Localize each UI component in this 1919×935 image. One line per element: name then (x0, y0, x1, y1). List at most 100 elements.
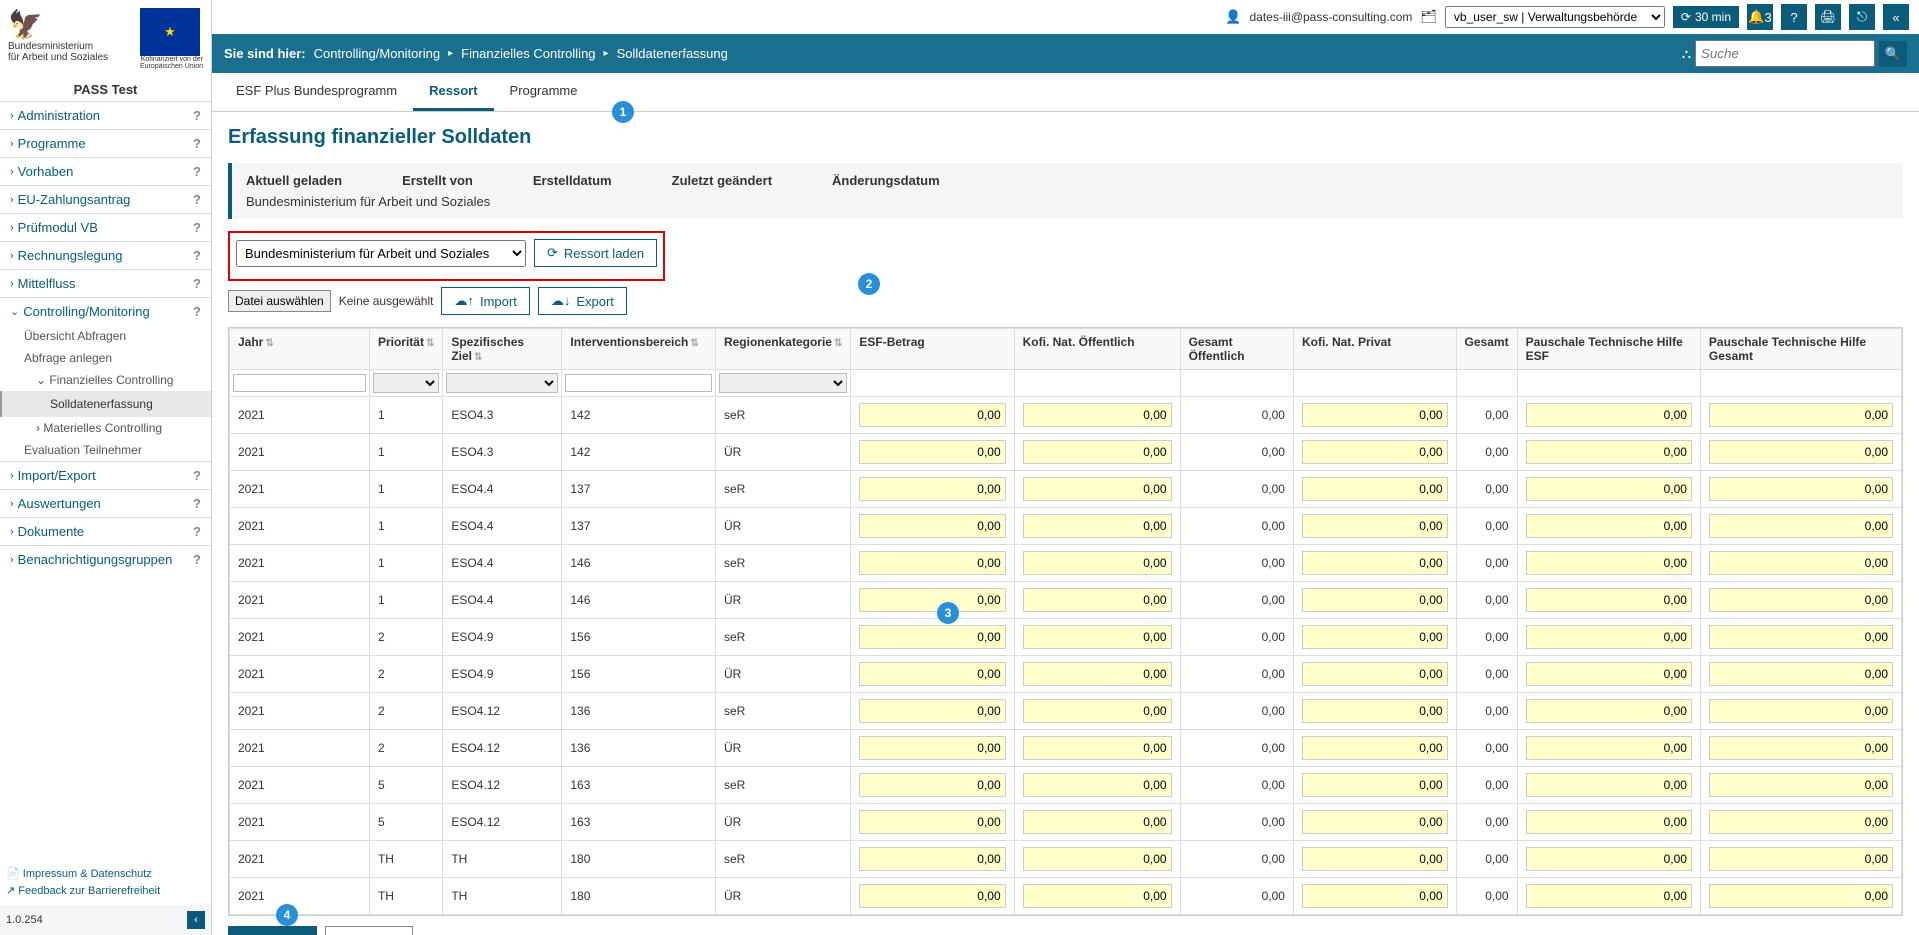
input-kofi-oeffentlich[interactable] (1023, 884, 1172, 908)
nav-rechnungslegung[interactable]: ›Rechnungslegung? (0, 241, 211, 269)
nav-mittelfluss[interactable]: ›Mittelfluss? (0, 269, 211, 297)
help-icon[interactable]: ? (193, 164, 201, 179)
input-kofi-oeffentlich[interactable] (1023, 810, 1172, 834)
input-kofi-privat[interactable] (1302, 773, 1448, 797)
input-pth-esf[interactable] (1526, 884, 1692, 908)
input-kofi-privat[interactable] (1302, 736, 1448, 760)
input-kofi-oeffentlich[interactable] (1023, 736, 1172, 760)
input-pth-gesamt[interactable] (1709, 403, 1893, 427)
tab-ressort[interactable]: Ressort (413, 73, 493, 111)
input-esf-betrag[interactable] (859, 773, 1005, 797)
input-pth-gesamt[interactable] (1709, 847, 1893, 871)
nav-vorhaben[interactable]: ›Vorhaben? (0, 157, 211, 185)
help-icon[interactable]: ? (193, 304, 201, 319)
nav-controlling-monitoring[interactable]: ⌄Controlling/Monitoring? (0, 297, 211, 325)
nav-auswertungen[interactable]: ›Auswertungen? (0, 489, 211, 517)
input-pth-gesamt[interactable] (1709, 477, 1893, 501)
collapse-sidebar-button[interactable]: ‹ (187, 911, 205, 929)
input-kofi-oeffentlich[interactable] (1023, 440, 1172, 464)
filter-ziel[interactable] (446, 373, 558, 393)
filter-jahr[interactable] (233, 374, 366, 392)
input-pth-esf[interactable] (1526, 477, 1692, 501)
tab-esf-plus[interactable]: ESF Plus Bundesprogramm (220, 73, 413, 111)
input-kofi-oeffentlich[interactable] (1023, 588, 1172, 612)
help-icon[interactable]: ? (193, 136, 201, 151)
input-kofi-oeffentlich[interactable] (1023, 625, 1172, 649)
input-pth-esf[interactable] (1526, 588, 1692, 612)
feedback-link[interactable]: ↗ Feedback zur Barrierefreiheit (6, 882, 205, 899)
input-pth-gesamt[interactable] (1709, 699, 1893, 723)
input-esf-betrag[interactable] (859, 810, 1005, 834)
input-kofi-privat[interactable] (1302, 625, 1448, 649)
input-kofi-oeffentlich[interactable] (1023, 403, 1172, 427)
input-kofi-privat[interactable] (1302, 588, 1448, 612)
input-kofi-oeffentlich[interactable] (1023, 551, 1172, 575)
input-esf-betrag[interactable] (859, 440, 1005, 464)
input-pth-esf[interactable] (1526, 699, 1692, 723)
impressum-link[interactable]: 📄 Impressum & Datenschutz (6, 865, 205, 882)
input-kofi-oeffentlich[interactable] (1023, 662, 1172, 686)
search-button[interactable]: 🔍 (1879, 41, 1907, 67)
input-esf-betrag[interactable] (859, 403, 1005, 427)
col-prioritaet[interactable]: Priorität⇅ (369, 329, 442, 370)
help-icon[interactable]: ? (193, 192, 201, 207)
input-esf-betrag[interactable] (859, 588, 1005, 612)
nav-materielles-controlling[interactable]: › Materielles Controlling (0, 417, 211, 439)
input-kofi-privat[interactable] (1302, 440, 1448, 464)
export-button[interactable]: ☁↓Export (538, 287, 627, 315)
notifications-button[interactable]: 🔔3 (1747, 4, 1773, 30)
input-esf-betrag[interactable] (859, 884, 1005, 908)
input-pth-gesamt[interactable] (1709, 884, 1893, 908)
input-pth-gesamt[interactable] (1709, 440, 1893, 464)
input-pth-esf[interactable] (1526, 403, 1692, 427)
ressort-laden-button[interactable]: ⟳Ressort laden (534, 239, 657, 267)
input-kofi-privat[interactable] (1302, 551, 1448, 575)
help-icon[interactable]: ? (193, 496, 201, 511)
input-kofi-privat[interactable] (1302, 514, 1448, 538)
nav-dokumente[interactable]: ›Dokumente? (0, 517, 211, 545)
input-esf-betrag[interactable] (859, 847, 1005, 871)
ressort-select[interactable]: Bundesministerium für Arbeit und Soziale… (236, 240, 526, 267)
nav-uebersicht-abfragen[interactable]: Übersicht Abfragen (0, 325, 211, 347)
input-pth-esf[interactable] (1526, 662, 1692, 686)
session-timer-button[interactable]: ⟳30 min (1673, 6, 1739, 28)
nav-administration[interactable]: ›Administration? (0, 101, 211, 129)
nav-abfrage-anlegen[interactable]: Abfrage anlegen (0, 347, 211, 369)
input-esf-betrag[interactable] (859, 514, 1005, 538)
input-kofi-oeffentlich[interactable] (1023, 773, 1172, 797)
input-pth-esf[interactable] (1526, 736, 1692, 760)
input-kofi-privat[interactable] (1302, 403, 1448, 427)
sitemap-icon[interactable]: ⛬ (1682, 46, 1691, 62)
save-button[interactable]: Speichern (228, 926, 317, 935)
input-pth-gesamt[interactable] (1709, 773, 1893, 797)
input-kofi-oeffentlich[interactable] (1023, 699, 1172, 723)
input-pth-esf[interactable] (1526, 810, 1692, 834)
print-button[interactable]: 🖨 (1815, 4, 1841, 30)
col-regionenkategorie[interactable]: Regionenkategorie⇅ (715, 329, 850, 370)
input-pth-esf[interactable] (1526, 773, 1692, 797)
help-icon[interactable]: ? (193, 220, 201, 235)
input-kofi-privat[interactable] (1302, 884, 1448, 908)
input-pth-gesamt[interactable] (1709, 810, 1893, 834)
input-pth-gesamt[interactable] (1709, 514, 1893, 538)
discard-button[interactable]: Verwerfen (325, 926, 414, 935)
nav-eu-zahlungsantrag[interactable]: ›EU-Zahlungsantrag? (0, 185, 211, 213)
breadcrumb-item[interactable]: Finanzielles Controlling (461, 46, 595, 61)
input-esf-betrag[interactable] (859, 551, 1005, 575)
nav-pruefmodul-vb[interactable]: ›Prüfmodul VB? (0, 213, 211, 241)
input-pth-gesamt[interactable] (1709, 736, 1893, 760)
help-icon[interactable]: ? (193, 108, 201, 123)
filter-prioritaet[interactable] (373, 373, 439, 393)
nav-finanzielles-controlling[interactable]: ⌄ Finanzielles Controlling (0, 369, 211, 391)
input-pth-gesamt[interactable] (1709, 662, 1893, 686)
role-select[interactable]: vb_user_sw | Verwaltungsbehörde (1445, 6, 1665, 28)
logout-button[interactable]: ⎋ (1849, 4, 1875, 30)
help-button[interactable]: ? (1781, 4, 1807, 30)
input-pth-esf[interactable] (1526, 440, 1692, 464)
help-icon[interactable]: ? (193, 524, 201, 539)
col-jahr[interactable]: Jahr⇅ (230, 329, 370, 370)
expand-button[interactable]: « (1883, 4, 1909, 30)
input-kofi-privat[interactable] (1302, 477, 1448, 501)
input-esf-betrag[interactable] (859, 736, 1005, 760)
col-ziel[interactable]: Spezifisches Ziel⇅ (443, 329, 562, 370)
